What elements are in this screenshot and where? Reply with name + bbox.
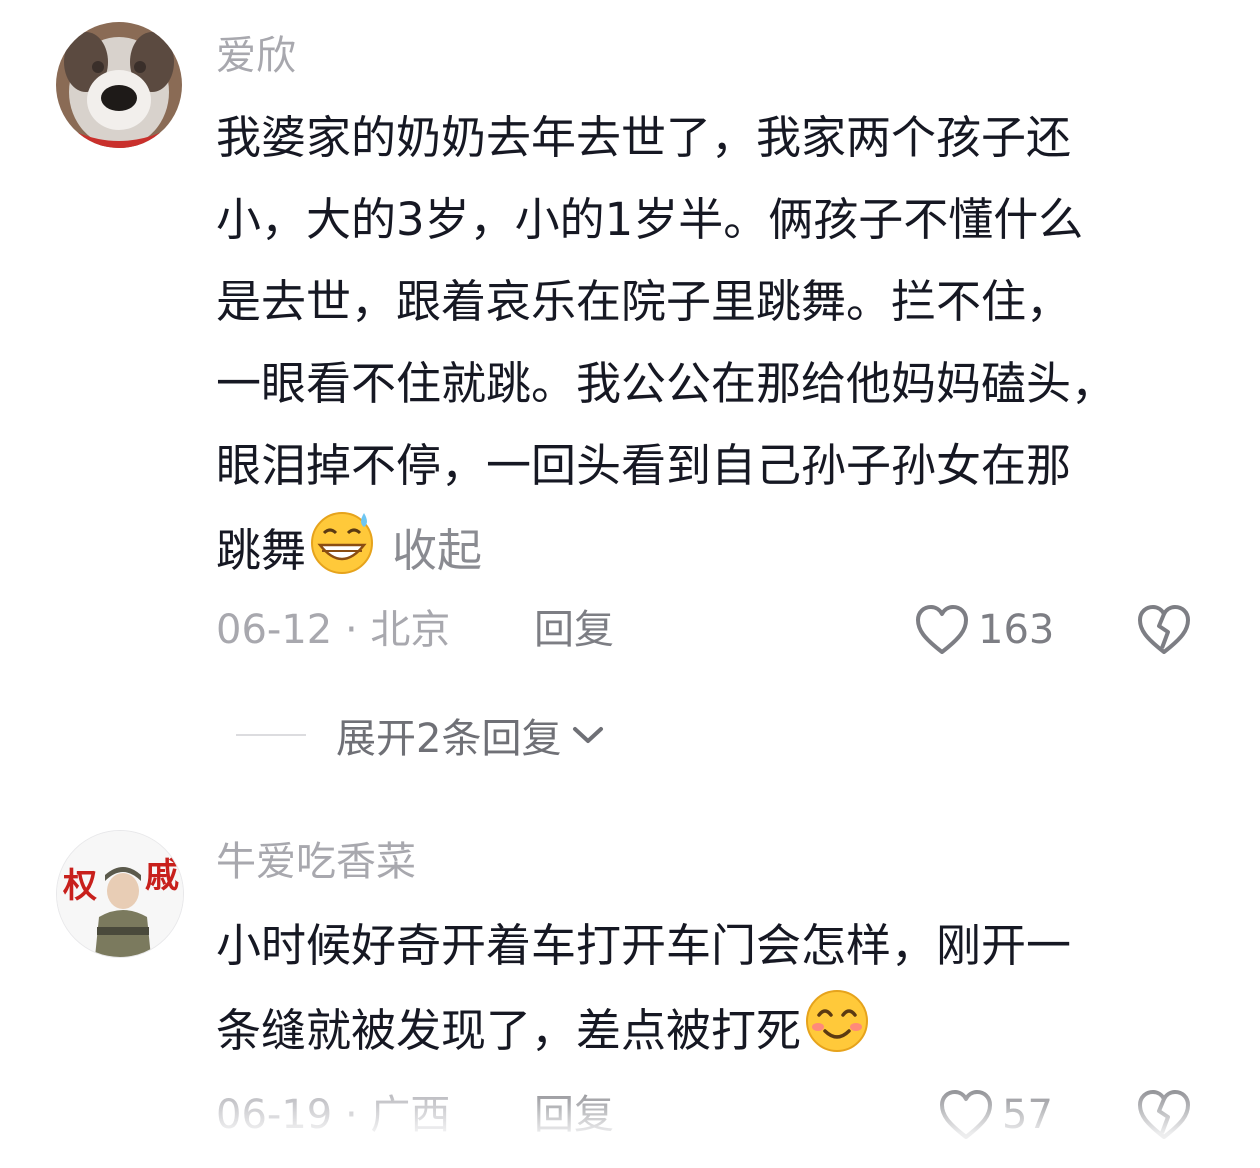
comment-line: 条缝就被发现了，差点被打死: [216, 1004, 802, 1057]
comment-line: 眼泪掉不停，一回头看到自己孙子孙女在那: [216, 439, 1072, 492]
reply-button[interactable]: 回复: [534, 1085, 614, 1145]
dislike-button[interactable]: [1136, 602, 1192, 658]
comment-meta: 06-19 · 广西 回复 57: [216, 1085, 1206, 1145]
comment-line-last: 条缝就被发现了，差点被打死: [216, 987, 1216, 1081]
comment-username[interactable]: 爱欣: [216, 30, 296, 82]
avatar-text-left: 权: [62, 867, 97, 905]
user-avatar[interactable]: 权 戚: [56, 830, 184, 958]
like-button[interactable]: 163: [914, 602, 1054, 658]
comment-line-last: 跳舞 收起: [216, 507, 1216, 601]
reply-button[interactable]: 回复: [534, 600, 614, 660]
comment-username[interactable]: 牛爱吃香菜: [216, 836, 416, 888]
grinning-sweat-emoji-icon: [308, 507, 376, 601]
comment-line: 一眼看不住就跳。我公公在那给他妈妈磕头，: [216, 357, 1117, 410]
chevron-down-icon: [569, 721, 607, 749]
like-button[interactable]: 57: [938, 1087, 1053, 1143]
comment-text: 小时候好奇开着车打开车门会怎样，刚开一 条缝就被发现了，差点被打死: [216, 905, 1216, 1081]
comment-meta: 06-12 · 北京 回复 163: [216, 600, 1206, 660]
comment-text: 我婆家的奶奶去年去世了，我家两个孩子还 小，大的3岁，小的1岁半。俩孩子不懂什么…: [216, 97, 1216, 601]
date-location: 06-12 · 北京: [216, 607, 451, 653]
comment-line: 我婆家的奶奶去年去世了，我家两个孩子还: [216, 111, 1072, 164]
broken-heart-icon: [1138, 1090, 1190, 1139]
heart-icon: [940, 1090, 992, 1139]
dislike-button[interactable]: [1136, 1087, 1192, 1143]
avatar-text-right: 戚: [145, 857, 179, 895]
comment-line: 是去世，跟着哀乐在院子里跳舞。拦不住，: [216, 275, 1072, 328]
soldier-avatar-icon: 权 戚: [57, 831, 183, 957]
date-location: 06-19 · 广西: [216, 1092, 451, 1138]
collapse-link[interactable]: 收起: [392, 524, 482, 577]
divider-line: [236, 734, 306, 736]
comment-line: 小，大的3岁，小的1岁半。俩孩子不懂什么: [216, 193, 1084, 246]
comment-line: 小时候好奇开着车打开车门会怎样，刚开一: [216, 919, 1072, 972]
expand-replies-label: 展开2条回复: [336, 716, 562, 762]
like-count: 163: [978, 607, 1055, 653]
husky-dog-avatar-icon: [56, 22, 182, 148]
user-avatar[interactable]: [56, 22, 182, 148]
like-count: 57: [1002, 1092, 1053, 1138]
expand-replies-button[interactable]: 展开2条回复: [236, 705, 607, 765]
broken-heart-icon: [1138, 605, 1190, 654]
smiling-blush-emoji-icon: [803, 987, 871, 1081]
comment-line: 跳舞: [216, 524, 307, 577]
heart-icon: [916, 605, 968, 654]
